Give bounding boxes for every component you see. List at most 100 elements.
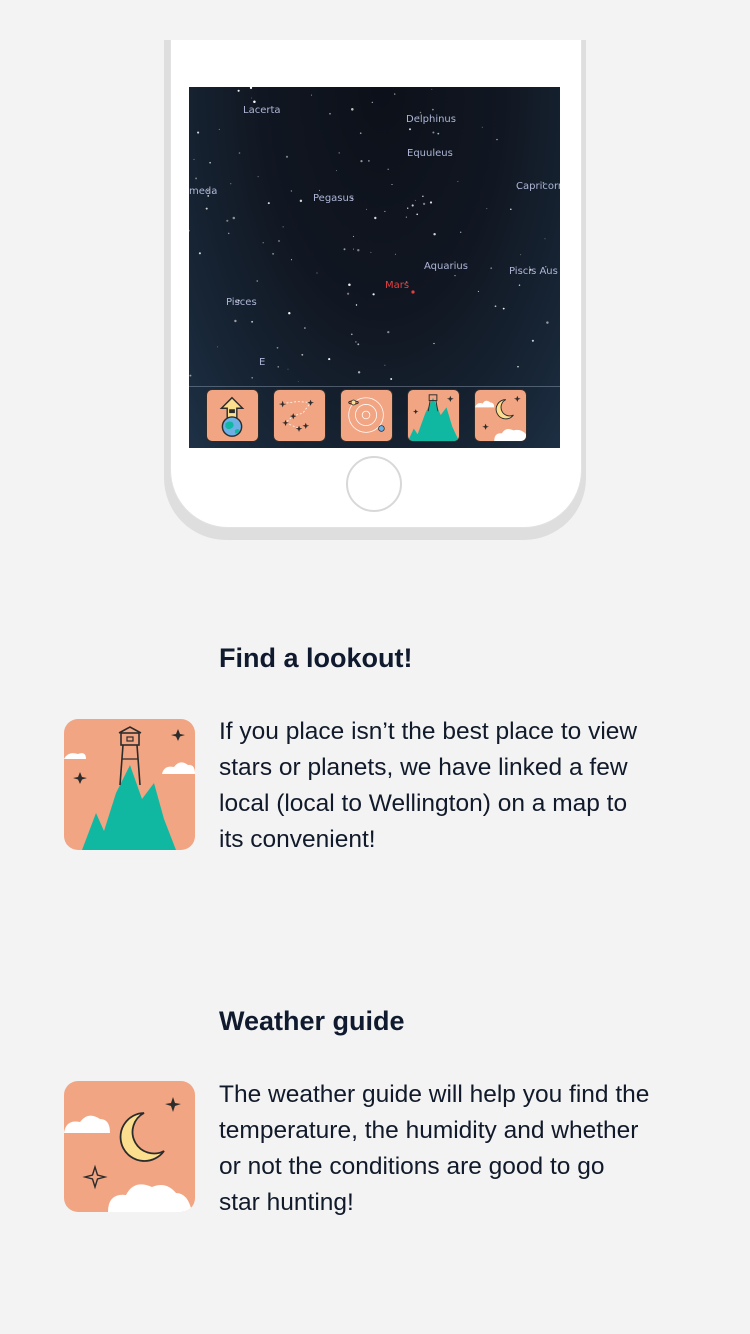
constellation-button[interactable] bbox=[273, 389, 326, 442]
star bbox=[531, 339, 534, 342]
star bbox=[316, 272, 318, 274]
star bbox=[282, 226, 284, 228]
star bbox=[431, 88, 433, 90]
description-line: local (local to Wellington) on a map to bbox=[219, 790, 628, 817]
star bbox=[384, 210, 386, 212]
star bbox=[433, 342, 435, 345]
star bbox=[494, 305, 497, 308]
star bbox=[230, 183, 232, 185]
star bbox=[299, 199, 303, 203]
star bbox=[232, 216, 236, 220]
star bbox=[355, 341, 357, 343]
star bbox=[490, 267, 493, 270]
star bbox=[422, 195, 424, 197]
label-aquarius[interactable]: Aquarius bbox=[424, 261, 468, 272]
star bbox=[297, 381, 299, 383]
star bbox=[195, 177, 198, 180]
star bbox=[384, 364, 386, 366]
star bbox=[277, 366, 279, 368]
weather-icon bbox=[64, 1097, 192, 1212]
star bbox=[422, 202, 426, 206]
star bbox=[311, 94, 313, 96]
label-pegasus[interactable]: Pegasus bbox=[313, 193, 354, 204]
star bbox=[272, 252, 275, 255]
star bbox=[360, 160, 363, 163]
star bbox=[486, 208, 488, 210]
star bbox=[218, 128, 220, 130]
star bbox=[234, 319, 237, 323]
star bbox=[520, 254, 522, 256]
star bbox=[546, 321, 549, 324]
star bbox=[329, 112, 331, 115]
star bbox=[262, 242, 264, 244]
star bbox=[238, 152, 241, 154]
earth-location-button[interactable] bbox=[206, 389, 259, 442]
home-button[interactable] bbox=[346, 456, 402, 512]
label-pisces[interactable]: Pisces bbox=[226, 297, 257, 308]
lookout-button[interactable] bbox=[407, 389, 460, 442]
star bbox=[414, 199, 416, 201]
star bbox=[544, 238, 546, 240]
star bbox=[387, 168, 389, 171]
star bbox=[251, 320, 254, 323]
star bbox=[394, 253, 396, 255]
lookout-icon bbox=[64, 726, 195, 850]
sky-map-screen[interactable]: Lacerta Delphinus Equuleus meda Pegasus … bbox=[189, 87, 560, 448]
description-line: star hunting! bbox=[219, 1189, 354, 1216]
star bbox=[370, 251, 372, 253]
star bbox=[278, 240, 280, 242]
star bbox=[510, 208, 512, 210]
star bbox=[352, 248, 354, 250]
star bbox=[411, 204, 414, 207]
star bbox=[249, 87, 253, 90]
star bbox=[267, 202, 270, 205]
label-capricornus[interactable]: Capricorn bbox=[516, 181, 560, 192]
star bbox=[359, 132, 362, 135]
star bbox=[290, 190, 293, 192]
star bbox=[217, 346, 219, 348]
star bbox=[287, 368, 289, 370]
feature-title-lookout: Find a lookout! bbox=[219, 643, 413, 673]
star bbox=[237, 89, 240, 92]
star bbox=[276, 346, 279, 349]
star bbox=[429, 201, 433, 204]
label-andromeda[interactable]: meda bbox=[189, 186, 217, 197]
label-east-direction: E bbox=[259, 357, 266, 368]
star bbox=[256, 280, 258, 282]
star bbox=[357, 248, 360, 252]
description-line: The weather guide will help you find the bbox=[219, 1081, 650, 1108]
star bbox=[347, 292, 350, 295]
description-line: temperature, the humidity and whether bbox=[219, 1117, 639, 1144]
star bbox=[518, 284, 521, 286]
star bbox=[517, 365, 519, 368]
label-piscis-austrinus[interactable]: Piscis Aus bbox=[509, 266, 558, 277]
star bbox=[197, 131, 200, 134]
description-line: its convenient! bbox=[219, 826, 376, 853]
star bbox=[304, 327, 306, 329]
label-mars[interactable]: Mars bbox=[385, 280, 409, 291]
label-lacerta[interactable]: Lacerta bbox=[243, 105, 281, 116]
label-equuleus[interactable]: Equuleus bbox=[407, 148, 453, 159]
lookout-feature-icon bbox=[64, 719, 195, 850]
star bbox=[355, 304, 358, 306]
star bbox=[209, 161, 211, 164]
star bbox=[301, 353, 304, 356]
star bbox=[394, 93, 396, 95]
weather-button[interactable] bbox=[474, 389, 527, 442]
star bbox=[372, 293, 375, 296]
solar-system-button[interactable] bbox=[340, 389, 393, 442]
star bbox=[189, 374, 192, 377]
star bbox=[496, 138, 498, 141]
star bbox=[319, 189, 320, 191]
label-delphinus[interactable]: Delphinus bbox=[406, 114, 456, 125]
star bbox=[352, 235, 354, 237]
star bbox=[198, 252, 201, 255]
star bbox=[371, 101, 373, 104]
feature-title-weather: Weather guide bbox=[219, 1006, 405, 1036]
star bbox=[365, 208, 367, 210]
star bbox=[257, 176, 259, 178]
weather-feature-icon bbox=[64, 1081, 195, 1212]
mars-dot[interactable] bbox=[411, 290, 415, 294]
constellation-icon bbox=[278, 399, 314, 432]
star bbox=[189, 229, 190, 232]
